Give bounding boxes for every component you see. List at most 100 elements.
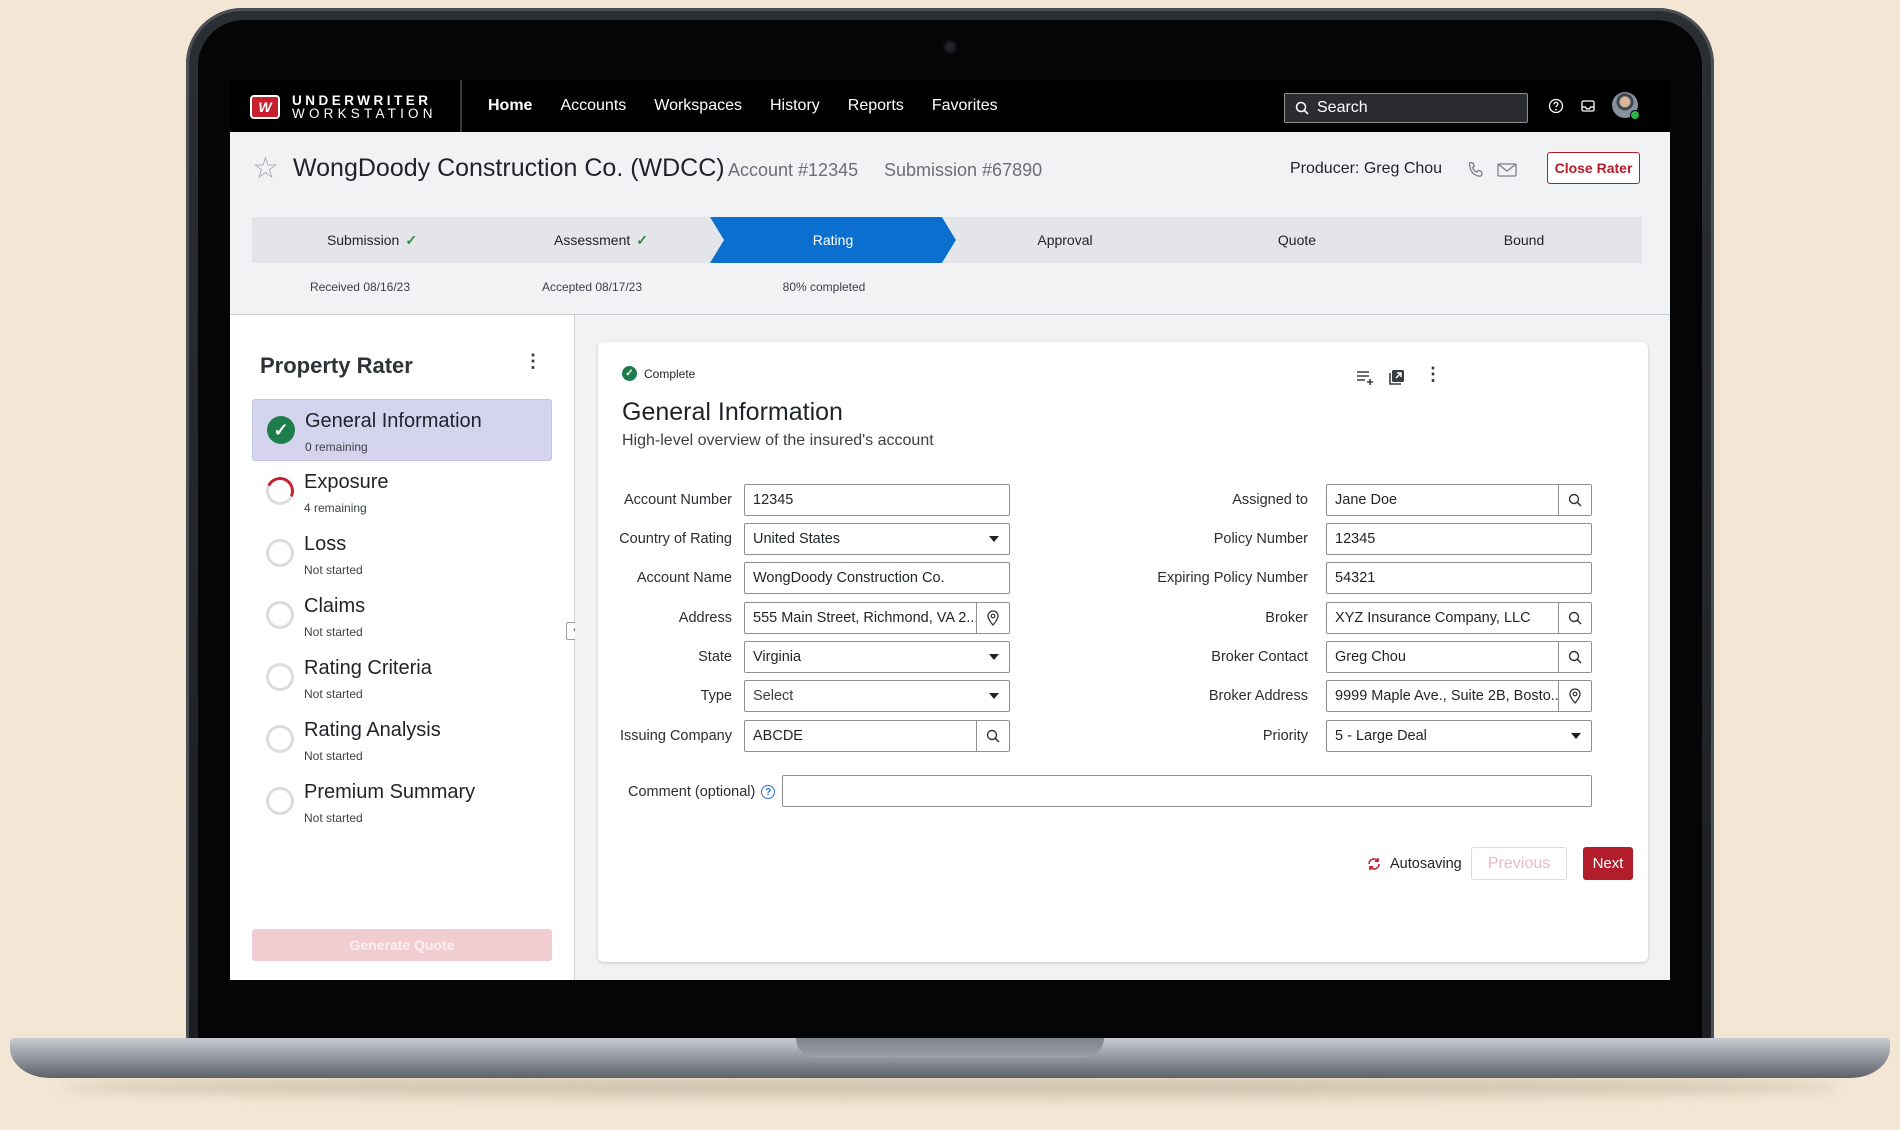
search-icon bbox=[1295, 101, 1309, 115]
search-placeholder: Search bbox=[1317, 99, 1368, 116]
sidebar-item-rating-analysis[interactable]: Rating Analysis Not started bbox=[252, 709, 552, 771]
inbox-icon[interactable] bbox=[1580, 98, 1596, 114]
field-label: Account Number bbox=[624, 492, 732, 508]
expiring-policy-number-input[interactable]: 54321 bbox=[1326, 562, 1592, 594]
field-value: 555 Main Street, Richmond, VA 2... bbox=[753, 610, 979, 626]
step-rating[interactable]: Rating bbox=[710, 217, 956, 263]
workflow-stepper: Submission ✓ Assessment ✓ Rating Approval … bbox=[252, 217, 1642, 263]
empty-ring-icon bbox=[266, 787, 294, 815]
progress-ring-icon bbox=[262, 473, 298, 509]
empty-ring-icon bbox=[266, 601, 294, 629]
more-options-icon[interactable]: ⋮ bbox=[524, 351, 542, 372]
step-caption-assessment: Accepted 08/17/23 bbox=[541, 280, 643, 294]
favorite-star-icon[interactable]: ☆ bbox=[252, 154, 279, 184]
address-input[interactable]: 555 Main Street, Richmond, VA 2... bbox=[744, 602, 1010, 634]
sidebar-item-status: Not started bbox=[304, 811, 363, 825]
rater-sidebar: Property Rater ⋮ ✓ General Information 0… bbox=[230, 315, 575, 980]
sidebar-item-premium-summary[interactable]: Premium Summary Not started bbox=[252, 771, 552, 833]
add-list-icon[interactable] bbox=[1355, 368, 1375, 386]
sidebar-item-status: Not started bbox=[304, 749, 363, 763]
step-label: Approval bbox=[1037, 232, 1093, 248]
generate-quote-button[interactable]: Generate Quote bbox=[252, 929, 552, 961]
nav-favorites[interactable]: Favorites bbox=[932, 97, 998, 115]
step-assessment[interactable]: Assessment ✓ bbox=[478, 217, 724, 263]
help-icon[interactable]: ? bbox=[761, 785, 776, 799]
nav-history[interactable]: History bbox=[770, 97, 820, 115]
sidebar-item-loss[interactable]: Loss Not started bbox=[252, 523, 552, 585]
field-value: 9999 Maple Ave., Suite 2B, Bosto... bbox=[1335, 688, 1563, 704]
open-in-new-icon[interactable] bbox=[1388, 368, 1406, 386]
field-label: Country of Rating bbox=[619, 531, 732, 547]
search-icon[interactable] bbox=[1558, 642, 1591, 672]
sidebar-item-exposure[interactable]: Exposure 4 remaining bbox=[252, 461, 552, 523]
logo-line-2: WORKSTATION bbox=[292, 106, 437, 121]
checkmark-icon: ✓ bbox=[405, 231, 418, 248]
laptop-shadow bbox=[60, 1076, 1840, 1098]
sync-icon bbox=[1368, 858, 1380, 870]
field-value: 54321 bbox=[1335, 570, 1376, 586]
account-header: ☆ WongDoody Construction Co. (WDCC) Acco… bbox=[230, 132, 1670, 315]
issuing-company-input[interactable]: ABCDE bbox=[744, 720, 1010, 752]
broker-contact-input[interactable]: Greg Chou bbox=[1326, 641, 1592, 673]
step-quote[interactable]: Quote bbox=[1174, 217, 1420, 263]
nav-reports[interactable]: Reports bbox=[848, 97, 904, 115]
section-title: General Information bbox=[622, 398, 843, 426]
sidebar-item-general-information[interactable]: ✓ General Information 0 remaining bbox=[252, 399, 552, 461]
account-name-input[interactable]: WongDoody Construction Co. bbox=[744, 562, 1010, 594]
field-value: XYZ Insurance Company, LLC bbox=[1335, 610, 1531, 626]
help-icon[interactable] bbox=[1548, 98, 1564, 114]
close-rater-button[interactable]: Close Rater bbox=[1547, 152, 1640, 184]
app-logo-text[interactable]: UNDERWRITER WORKSTATION bbox=[292, 94, 437, 121]
country-of-rating-select[interactable]: United States bbox=[744, 523, 1010, 555]
type-select[interactable]: Select bbox=[744, 680, 1010, 712]
state-select[interactable]: Virginia bbox=[744, 641, 1010, 673]
sidebar-item-label: Claims bbox=[304, 595, 366, 617]
location-pin-icon[interactable] bbox=[976, 603, 1009, 633]
app-logo-icon[interactable]: W bbox=[250, 95, 280, 119]
empty-ring-icon bbox=[266, 663, 294, 691]
webcam bbox=[945, 42, 955, 52]
assigned-to-input[interactable]: Jane Doe bbox=[1326, 484, 1592, 516]
search-icon[interactable] bbox=[976, 721, 1009, 751]
sidebar-item-status: Not started bbox=[304, 563, 363, 577]
step-submission[interactable]: Submission ✓ bbox=[252, 217, 492, 263]
search-icon[interactable] bbox=[1558, 603, 1591, 633]
step-approval[interactable]: Approval bbox=[942, 217, 1188, 263]
priority-select[interactable]: 5 - Large Deal bbox=[1326, 720, 1592, 752]
comment-input[interactable] bbox=[782, 775, 1592, 807]
check-circle-icon: ✓ bbox=[622, 366, 637, 381]
nav-workspaces[interactable]: Workspaces bbox=[654, 97, 742, 115]
comment-label-group: Comment (optional) ? bbox=[628, 784, 776, 800]
field-label: Type bbox=[700, 688, 732, 704]
broker-input[interactable]: XYZ Insurance Company, LLC bbox=[1326, 602, 1592, 634]
comment-label: Comment (optional) bbox=[628, 784, 756, 800]
dropdown-caret-icon bbox=[989, 654, 999, 660]
global-search-input[interactable]: Search bbox=[1284, 93, 1528, 123]
sidebar-item-rating-criteria[interactable]: Rating Criteria Not started bbox=[252, 647, 552, 709]
email-icon[interactable] bbox=[1496, 160, 1518, 180]
phone-icon[interactable] bbox=[1466, 160, 1486, 180]
field-label: State bbox=[698, 649, 732, 665]
account-number: Account #12345 bbox=[728, 160, 859, 180]
broker-address-input[interactable]: 9999 Maple Ave., Suite 2B, Bosto... bbox=[1326, 680, 1592, 712]
field-value: 12345 bbox=[753, 492, 794, 508]
laptop-notch bbox=[796, 1038, 1104, 1058]
top-navigation-bar: W UNDERWRITER WORKSTATION Home Accounts … bbox=[230, 80, 1670, 132]
card-more-options-icon[interactable]: ⋮ bbox=[1424, 364, 1442, 385]
sidebar-item-label: Exposure bbox=[304, 471, 389, 493]
sidebar-title: Property Rater bbox=[260, 353, 413, 378]
sidebar-item-claims[interactable]: Claims Not started bbox=[252, 585, 552, 647]
sidebar-item-label: Rating Criteria bbox=[304, 657, 432, 679]
step-label: Quote bbox=[1277, 232, 1317, 248]
nav-home[interactable]: Home bbox=[488, 97, 532, 115]
sidebar-item-status: 0 remaining bbox=[305, 440, 368, 454]
step-bound[interactable]: Bound bbox=[1406, 217, 1642, 263]
step-label: Bound bbox=[1503, 232, 1545, 248]
location-pin-icon[interactable] bbox=[1558, 681, 1591, 711]
policy-number-input[interactable]: 12345 bbox=[1326, 523, 1592, 555]
previous-button[interactable]: Previous bbox=[1471, 847, 1567, 880]
next-button[interactable]: Next bbox=[1583, 847, 1633, 880]
account-number-input[interactable]: 12345 bbox=[744, 484, 1010, 516]
nav-accounts[interactable]: Accounts bbox=[560, 97, 626, 115]
search-icon[interactable] bbox=[1558, 485, 1591, 515]
